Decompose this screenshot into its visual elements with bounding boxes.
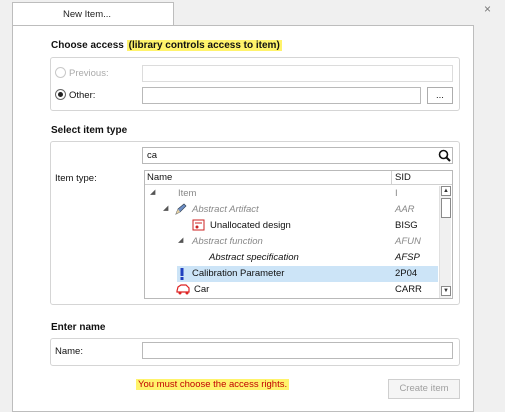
tree-row-sid: CARR	[395, 284, 422, 295]
tab-strip: New Item... ×	[0, 0, 505, 26]
scroll-down-icon[interactable]: ▼	[441, 286, 451, 296]
choose-access-title-highlight: (library controls access to item)	[126, 40, 282, 51]
name-label: Name:	[55, 346, 83, 357]
column-header-sid[interactable]: SID	[395, 172, 411, 183]
tree-row-unallocated-design[interactable]: Unallocated design BISG	[145, 218, 438, 234]
tree-row-sid: I	[395, 188, 398, 199]
scroll-up-icon[interactable]: ▲	[441, 186, 451, 196]
tree-row-sid: AAR	[395, 204, 415, 215]
access-rights-warning: You must choose the access rights.	[136, 379, 290, 390]
tree-row-sid: AFUN	[395, 236, 421, 247]
tree-row-name: Abstract function	[192, 236, 263, 247]
design-icon	[192, 219, 205, 231]
tree-row-sid: AFSP	[395, 252, 420, 263]
select-item-type-title: Select item type	[51, 125, 128, 136]
name-input[interactable]	[142, 342, 453, 359]
other-field[interactable]	[142, 87, 421, 104]
tree-row-name: Calibration Parameter	[192, 268, 285, 279]
tree-row-item[interactable]: ◢ Item I	[145, 186, 438, 202]
tree-row-name: Abstract Artifact	[192, 204, 259, 215]
tree-row-sid: 2P04	[395, 268, 418, 279]
tree-row-calibration-parameter[interactable]: Calibration Parameter 2P04	[177, 266, 438, 282]
item-type-grid: Name SID ◢ Item I ◢ Abstract Artifact AA…	[144, 170, 453, 299]
expand-toggle-icon[interactable]: ◢	[178, 236, 183, 244]
tree-row-name: Item	[178, 188, 197, 199]
enter-name-title: Enter name	[51, 322, 106, 333]
create-item-button[interactable]: Create item	[388, 379, 460, 399]
tree-row-abstract-function[interactable]: ◢ Abstract function AFUN	[145, 234, 438, 250]
other-label: Other:	[69, 90, 96, 101]
grid-scrollbar[interactable]: ▲ ▼	[439, 186, 451, 298]
expand-toggle-icon[interactable]: ◢	[150, 188, 155, 196]
search-icon[interactable]	[438, 149, 451, 162]
grid-header: Name SID	[145, 171, 452, 185]
close-icon[interactable]: ×	[484, 2, 491, 16]
choose-access-title-main: Choose access	[51, 40, 127, 51]
column-separator	[391, 171, 392, 185]
browse-button[interactable]: ...	[427, 87, 453, 104]
tree-row-name: Car	[194, 284, 210, 295]
previous-label: Previous:	[69, 68, 109, 79]
other-radio[interactable]	[55, 89, 66, 100]
previous-field	[142, 65, 453, 82]
tree-row-abstract-specification[interactable]: Abstract specification AFSP	[145, 250, 438, 266]
tab-label: New Item...	[63, 9, 112, 20]
expand-toggle-icon[interactable]: ◢	[163, 204, 168, 212]
tree-row-name: Abstract specification	[209, 252, 299, 263]
car-icon	[176, 284, 190, 295]
scroll-thumb[interactable]	[441, 198, 451, 218]
item-type-label: Item type:	[55, 173, 97, 184]
tree-row-abstract-artifact[interactable]: ◢ Abstract Artifact AAR	[145, 202, 438, 218]
choose-access-title: Choose access (library controls access t…	[51, 40, 282, 51]
tree-row-name: Unallocated design	[210, 220, 291, 231]
tree-row-car[interactable]: Car CARR	[145, 282, 438, 298]
item-type-search-value: ca	[147, 150, 158, 161]
tree-row-sid: BISG	[395, 220, 418, 231]
tab-new-item[interactable]: New Item...	[12, 2, 174, 25]
exclamation-icon	[180, 268, 184, 280]
previous-radio[interactable]	[55, 67, 66, 78]
column-header-name[interactable]: Name	[147, 172, 172, 183]
pencil-icon	[175, 203, 187, 215]
item-type-search-input[interactable]: ca	[142, 147, 453, 164]
